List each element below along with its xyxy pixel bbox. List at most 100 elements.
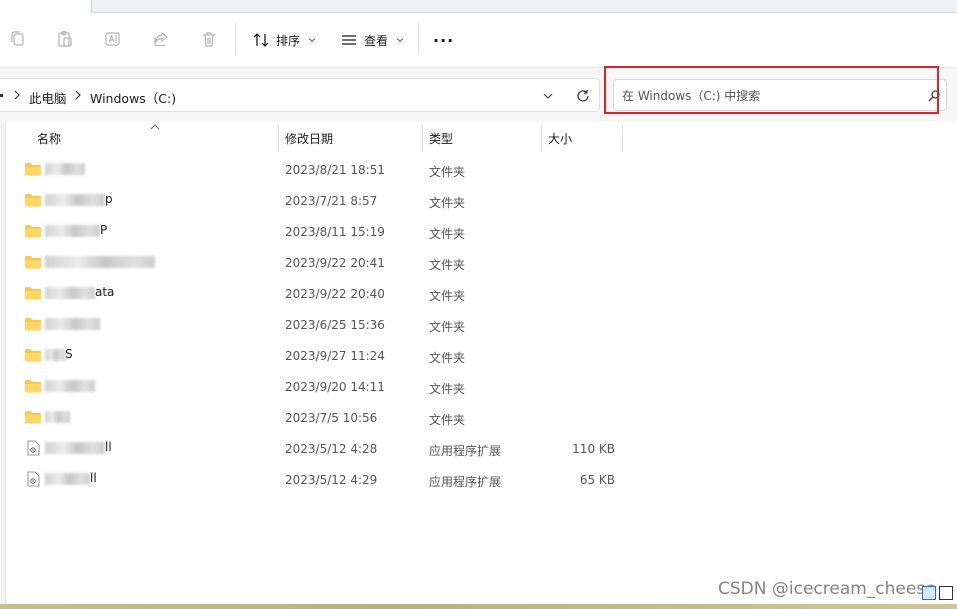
redacted-filename	[45, 380, 95, 392]
breadcrumb-this-pc[interactable]: 此电脑	[29, 88, 67, 107]
file-date: 2023/8/21 18:51	[285, 163, 385, 177]
view-button[interactable]: 查看	[340, 27, 404, 53]
folder-icon	[24, 254, 42, 270]
pc-icon	[0, 94, 3, 97]
file-type: 文件夹	[429, 351, 466, 365]
file-name: p	[105, 192, 113, 206]
file-type: 文件夹	[429, 258, 466, 272]
tab-bar-area	[93, 0, 957, 13]
file-row[interactable]: ll 2023/5/12 4:28 应用程序扩展 110 KB	[18, 434, 628, 465]
file-type: 应用程序扩展	[429, 444, 502, 458]
file-type: 应用程序扩展	[429, 475, 502, 489]
folder-icon	[24, 316, 42, 332]
active-tab[interactable]	[0, 0, 92, 13]
file-name: ata	[95, 285, 115, 299]
share-icon[interactable]	[151, 29, 171, 49]
toolbar-divider	[235, 23, 236, 55]
dll-file-icon	[24, 440, 42, 456]
view-label: 查看	[364, 33, 389, 48]
file-row[interactable]: p 2023/7/21 8:57 文件夹	[18, 186, 628, 217]
redacted-filename	[45, 411, 70, 423]
file-size: 110 KB	[572, 442, 615, 456]
search-icon[interactable]	[927, 89, 941, 103]
file-date: 2023/7/21 8:57	[285, 194, 378, 208]
column-header-name[interactable]: 名称	[37, 122, 61, 152]
file-name: S	[65, 347, 73, 361]
file-row[interactable]: ll 2023/5/12 4:29 应用程序扩展 65 KB	[18, 465, 628, 496]
navigation-pane-edge	[0, 122, 6, 605]
file-date: 2023/7/5 10:56	[285, 411, 378, 425]
sort-ascending-icon	[150, 124, 160, 130]
more-options-button[interactable]: ···	[433, 27, 454, 53]
file-size: 65 KB	[579, 473, 615, 487]
delete-icon[interactable]	[199, 29, 219, 49]
chevron-down-icon	[396, 38, 404, 43]
file-name: P	[100, 223, 108, 237]
folder-icon	[24, 161, 42, 177]
taskbar-edge	[0, 604, 957, 609]
redacted-filename	[45, 194, 105, 206]
column-header-type[interactable]: 类型	[429, 122, 453, 152]
redacted-filename	[45, 256, 155, 268]
file-date: 2023/8/11 15:19	[285, 225, 385, 239]
folder-icon	[24, 347, 42, 363]
column-divider[interactable]	[622, 124, 623, 152]
column-divider[interactable]	[278, 124, 279, 152]
file-row[interactable]: 2023/9/22 20:41 文件夹	[18, 248, 628, 279]
details-view-icon[interactable]	[922, 586, 936, 600]
search-input[interactable]	[622, 86, 912, 106]
chevron-right-icon	[14, 90, 20, 100]
file-date: 2023/9/27 11:24	[285, 349, 385, 363]
file-date: 2023/9/22 20:41	[285, 256, 385, 270]
file-row[interactable]: P 2023/8/11 15:19 文件夹	[18, 217, 628, 248]
file-date: 2023/5/12 4:29	[285, 473, 378, 487]
address-history-chevron-icon[interactable]	[542, 90, 554, 102]
file-row[interactable]: ata 2023/9/22 20:40 文件夹	[18, 279, 628, 310]
paste-icon[interactable]	[55, 29, 75, 49]
rename-icon[interactable]	[103, 29, 123, 49]
tab-strip	[0, 0, 957, 13]
file-date: 2023/9/20 14:11	[285, 380, 385, 394]
file-type: 文件夹	[429, 289, 466, 303]
sort-label: 排序	[276, 33, 301, 48]
folder-icon	[24, 192, 42, 208]
address-bar[interactable]: 此电脑 Windows（C:)	[0, 78, 600, 112]
redacted-filename	[45, 349, 65, 361]
sort-icon	[253, 33, 269, 47]
file-row[interactable]: 2023/6/25 15:36 文件夹	[18, 310, 628, 341]
file-list-pane: 名称 修改日期 类型 大小 2023/8/21 18:51 文件夹 p 2023/7/…	[0, 122, 957, 605]
chevron-right-icon	[75, 90, 81, 100]
column-header-size[interactable]: 大小	[548, 122, 572, 152]
file-row[interactable]: 2023/9/20 14:11 文件夹	[18, 372, 628, 403]
column-divider[interactable]	[422, 124, 423, 152]
file-type: 文件夹	[429, 196, 466, 210]
sort-button[interactable]: 排序	[252, 27, 316, 53]
redacted-filename	[45, 473, 90, 485]
search-box[interactable]	[613, 79, 947, 111]
redacted-filename	[45, 287, 95, 299]
column-divider[interactable]	[541, 124, 542, 152]
command-bar: 排序 查看 ···	[0, 13, 957, 68]
refresh-icon[interactable]	[575, 88, 591, 104]
folder-icon	[24, 378, 42, 394]
dll-file-icon	[24, 471, 42, 487]
file-type: 文件夹	[429, 413, 466, 427]
tiles-view-icon[interactable]	[939, 586, 953, 600]
file-row[interactable]: S 2023/9/27 11:24 文件夹	[18, 341, 628, 372]
file-type: 文件夹	[429, 320, 466, 334]
folder-icon	[24, 285, 42, 301]
breadcrumb-windows-c[interactable]: Windows（C:)	[90, 88, 176, 107]
redacted-filename	[45, 318, 100, 330]
copy-icon[interactable]	[8, 29, 28, 49]
file-row[interactable]: 2023/8/21 18:51 文件夹	[18, 155, 628, 186]
view-icon	[342, 35, 356, 45]
view-mode-switch	[922, 586, 953, 604]
file-type: 文件夹	[429, 382, 466, 396]
toolbar-divider	[418, 23, 419, 55]
file-type: 文件夹	[429, 165, 466, 179]
watermark: CSDN @icecream_cheese	[718, 579, 936, 599]
file-row[interactable]: 2023/7/5 10:56 文件夹	[18, 403, 628, 434]
column-header-date[interactable]: 修改日期	[285, 122, 333, 152]
redacted-filename	[45, 225, 100, 237]
folder-icon	[24, 409, 42, 425]
